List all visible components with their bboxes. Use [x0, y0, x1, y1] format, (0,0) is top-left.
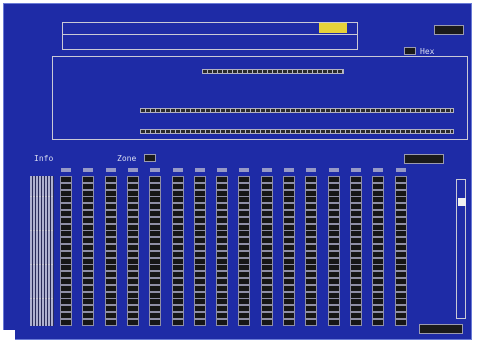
column-header-mark	[328, 168, 339, 172]
hex-field[interactable]	[404, 47, 416, 55]
grid-cell[interactable]	[327, 318, 340, 326]
scroll-thumb[interactable]	[458, 198, 466, 206]
header-sep	[62, 34, 358, 35]
app-window: Hex Info Zone	[3, 3, 472, 340]
column-header-mark	[373, 168, 384, 172]
page-shadow	[0, 330, 15, 349]
column-header-mark	[83, 168, 94, 172]
print-field[interactable]	[434, 25, 464, 35]
column-header-mark	[261, 168, 272, 172]
grid-cell[interactable]	[60, 318, 72, 326]
grid-cell[interactable]	[171, 318, 184, 326]
detail-bar-2	[140, 108, 454, 113]
column-header-mark	[239, 168, 250, 172]
grid-cell[interactable]	[372, 318, 385, 326]
column-header-mark	[306, 168, 317, 172]
column-header-mark	[350, 168, 361, 172]
row-label	[30, 318, 54, 326]
column-header-mark	[150, 168, 161, 172]
column-header-mark	[105, 168, 116, 172]
vertical-scrollbar[interactable]	[456, 179, 466, 319]
zone-label: Zone	[117, 154, 137, 163]
header-box	[62, 22, 358, 50]
column-header-mark	[284, 168, 294, 172]
grid-cell[interactable]	[216, 318, 229, 326]
detail-bar-1	[202, 69, 344, 74]
grid-cell[interactable]	[193, 318, 206, 326]
detail-bar-3	[140, 129, 454, 134]
memory-grid	[30, 166, 460, 328]
column-header-mark	[395, 168, 406, 172]
column-header-mark	[217, 168, 228, 172]
info-status[interactable]	[404, 154, 444, 164]
grid-cell[interactable]	[82, 318, 95, 326]
bottom-indicator	[419, 324, 463, 334]
grid-cell[interactable]	[104, 318, 117, 326]
zone-field[interactable]	[144, 154, 156, 162]
column-header-mark	[194, 168, 205, 172]
grid-cell[interactable]	[238, 318, 251, 326]
grid-cell[interactable]	[149, 318, 162, 326]
info-label: Info	[34, 154, 54, 163]
grid-cell[interactable]	[394, 318, 407, 326]
selected-field[interactable]	[319, 23, 347, 33]
column-header-mark	[127, 168, 138, 172]
grid-cell[interactable]	[305, 318, 318, 326]
grid-cell[interactable]	[260, 318, 273, 326]
grid-cell[interactable]	[126, 318, 139, 326]
column-header-mark	[172, 168, 183, 172]
grid-cell[interactable]	[283, 318, 295, 326]
column-header-mark	[61, 168, 71, 172]
grid-cell[interactable]	[349, 318, 362, 326]
hex-label: Hex	[420, 47, 435, 56]
